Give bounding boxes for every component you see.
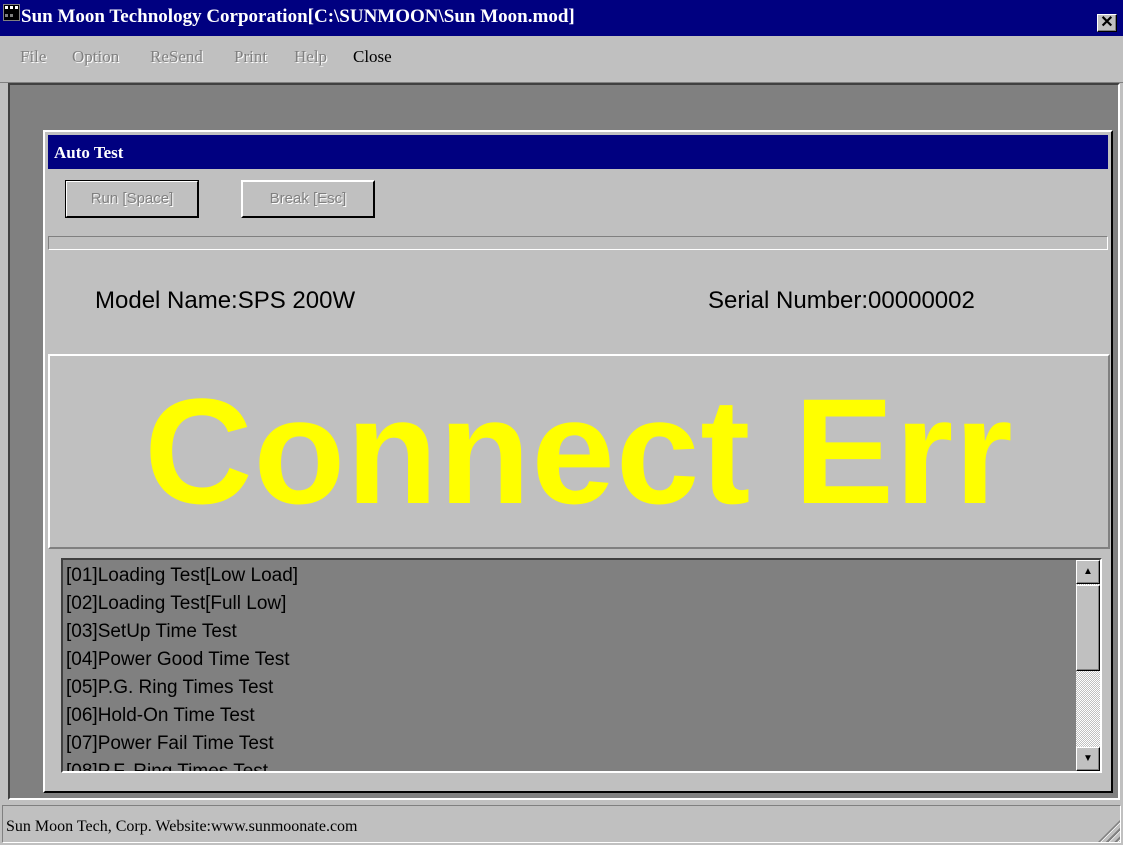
test-progress-bar [48,236,1108,250]
status-panel: Sun Moon Tech, Corp. Website:www.sunmoon… [2,805,1121,843]
menu-print[interactable]: Print [234,47,267,67]
status-bar: Sun Moon Tech, Corp. Website:www.sunmoon… [0,802,1123,845]
list-item[interactable]: [03]SetUp Time Test [66,618,298,646]
mdi-client-area: Auto Test Run [Space] Break [Esc] Model … [8,83,1120,800]
list-item[interactable]: [05]P.G. Ring Times Test [66,674,298,702]
result-panel: Connect Err [48,354,1110,549]
auto-test-title-bar: Auto Test [48,135,1108,169]
test-list-scrollbar[interactable]: ▲ ▼ [1076,560,1100,771]
menu-option[interactable]: Option [72,47,119,67]
window-title: Sun Moon Technology Corporation[C:\SUNMO… [21,6,575,27]
auto-test-title: Auto Test [54,143,124,162]
status-message: Connect Err [144,367,1014,535]
menu-help[interactable]: Help [294,47,327,67]
list-item[interactable]: [07]Power Fail Time Test [66,730,298,758]
list-item[interactable]: [04]Power Good Time Test [66,646,298,674]
menu-close[interactable]: Close [353,47,392,67]
app-icon[interactable] [3,4,20,21]
scroll-up-icon[interactable]: ▲ [1076,560,1100,584]
list-item[interactable]: [08]P.F. Ring Times Test [66,758,298,771]
scroll-down-icon[interactable]: ▼ [1076,747,1100,771]
menu-file[interactable]: File [20,47,46,67]
scroll-thumb[interactable] [1076,585,1100,671]
model-name-label: Model Name:SPS 200W [95,287,356,314]
test-list-items: [01]Loading Test[Low Load] [02]Loading Te… [66,562,298,771]
list-item[interactable]: [01]Loading Test[Low Load] [66,562,298,590]
serial-number-label: Serial Number:00000002 [708,287,975,314]
run-button[interactable]: Run [Space] [65,180,199,218]
list-item[interactable]: [06]Hold-On Time Test [66,702,298,730]
title-bar: Sun Moon Technology Corporation[C:\SUNMO… [0,0,1123,36]
close-button[interactable]: ✕ [1097,14,1117,32]
menu-bar: File Option ReSend Print Help Close [0,36,1123,83]
list-item[interactable]: [02]Loading Test[Full Low] [66,590,298,618]
menu-resend[interactable]: ReSend [150,47,203,67]
status-bar-text: Sun Moon Tech, Corp. Website:www.sunmoon… [6,818,358,835]
auto-test-window: Auto Test Run [Space] Break [Esc] Model … [43,130,1113,793]
test-list[interactable]: [01]Loading Test[Low Load] [02]Loading Te… [61,558,1102,773]
break-button[interactable]: Break [Esc] [241,180,375,218]
